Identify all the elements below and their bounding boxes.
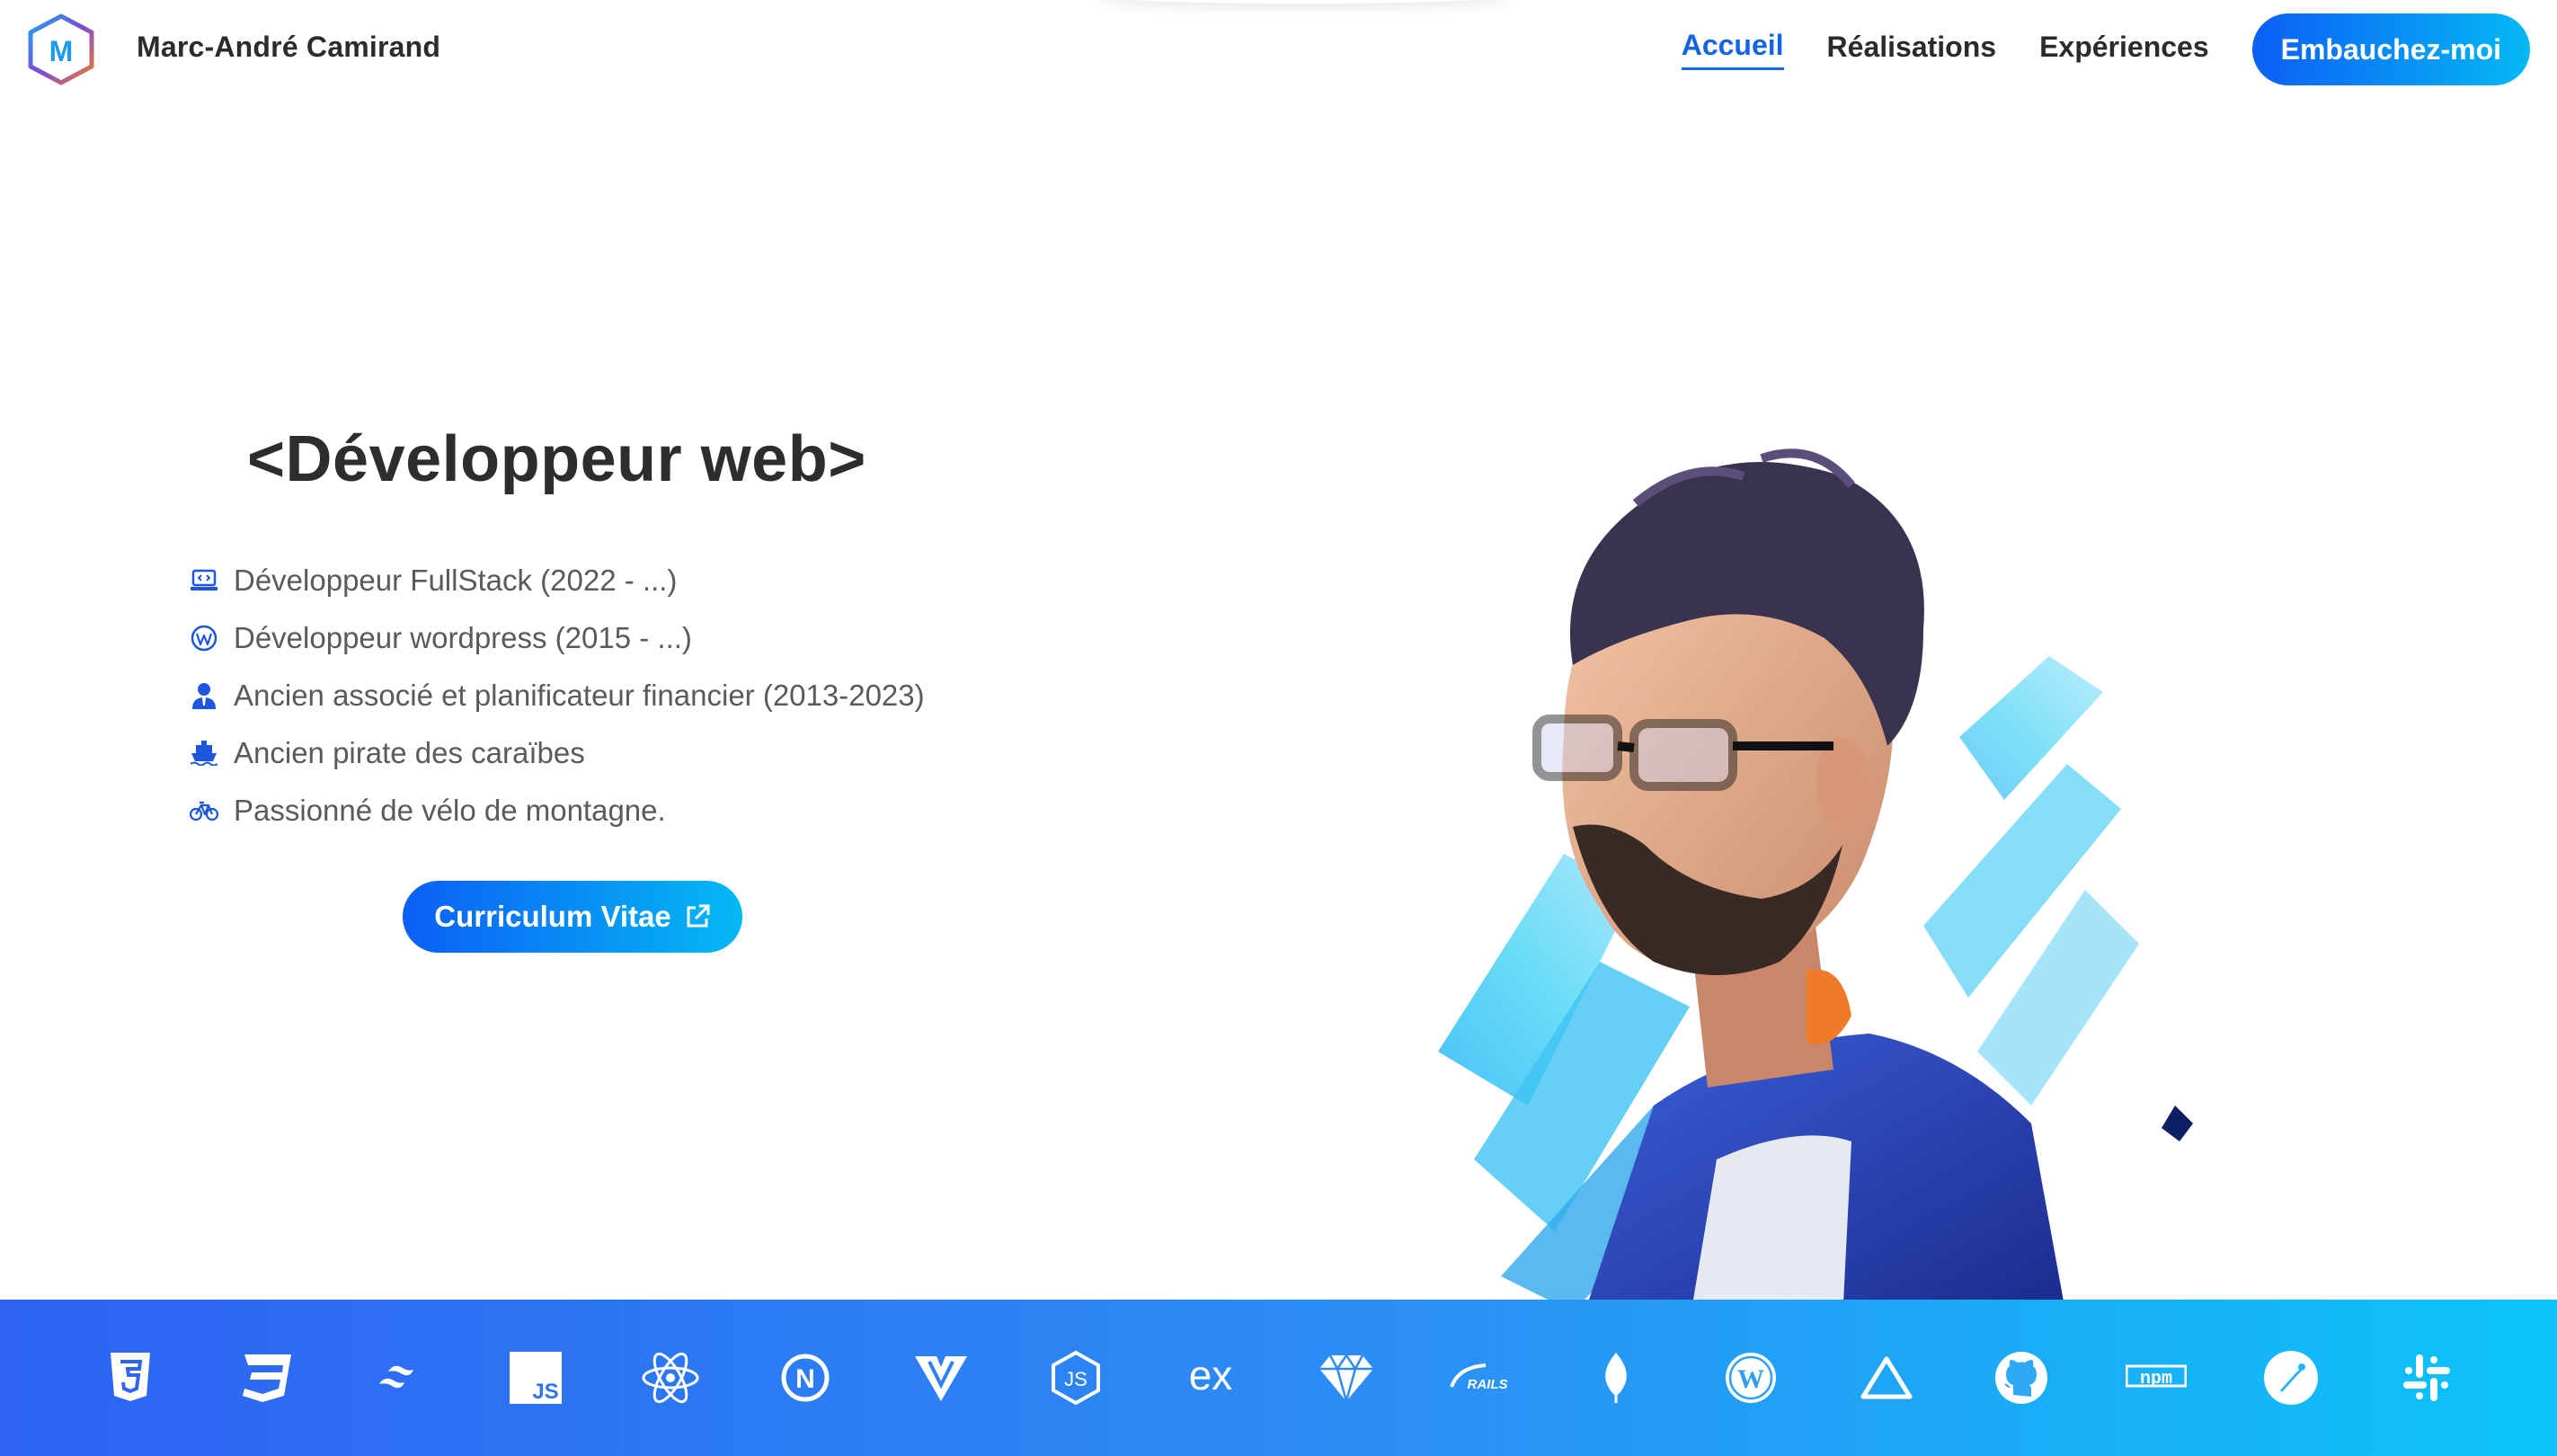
tailwind-icon <box>369 1346 432 1409</box>
bullet-text: Développeur wordpress (2015 - ...) <box>234 621 692 654</box>
css3-icon <box>234 1346 297 1409</box>
cv-button[interactable]: Curriculum Vitae <box>403 881 742 953</box>
user-tie-icon <box>189 680 219 711</box>
react-icon <box>639 1346 702 1409</box>
svg-text:N: N <box>796 1364 816 1394</box>
javascript-icon: JS <box>504 1346 567 1409</box>
svg-text:npm: npm <box>2140 1369 2172 1389</box>
rails-icon: RAILS <box>1449 1346 1513 1409</box>
express-icon: ex <box>1179 1346 1242 1409</box>
github-icon <box>1990 1346 2053 1409</box>
bullet-text: Développeur FullStack (2022 - ...) <box>234 564 678 597</box>
main-nav: Accueil Réalisations Expériences Embauch… <box>1681 13 2530 86</box>
developer-portrait-illustration <box>1420 422 2229 1321</box>
vercel-icon <box>1855 1346 1918 1409</box>
list-item: Développeur FullStack (2022 - ...) <box>189 552 925 609</box>
mongodb-icon <box>1585 1346 1647 1409</box>
hire-button[interactable]: Embauchez-moi <box>2251 13 2530 85</box>
hero-title: <Développeur web> <box>247 423 866 495</box>
svg-text:ex: ex <box>1189 1355 1233 1398</box>
tech-stack-bar: JS N JS ex RAILS W npm <box>0 1300 2557 1456</box>
ruby-icon <box>1315 1346 1378 1409</box>
nodejs-icon: JS <box>1044 1346 1107 1409</box>
svg-text:RAILS: RAILS <box>1467 1377 1507 1392</box>
list-item: Ancien pirate des caraïbes <box>189 724 925 782</box>
nextjs-icon: N <box>774 1346 837 1409</box>
postman-icon <box>2260 1346 2322 1409</box>
ship-icon <box>189 738 219 768</box>
nav-link-realisations[interactable]: Réalisations <box>1827 31 1997 69</box>
bullet-list: Développeur FullStack (2022 - ...) Dével… <box>189 552 925 839</box>
svg-text:JS: JS <box>532 1380 558 1404</box>
wordpress-icon: W <box>1719 1346 1782 1409</box>
html5-icon <box>99 1346 162 1409</box>
external-link-icon <box>687 904 710 928</box>
svg-text:M: M <box>49 35 74 67</box>
site-name[interactable]: Marc-André Camirand <box>137 31 440 64</box>
svg-text:W: W <box>1737 1364 1764 1394</box>
wordpress-icon <box>189 623 219 653</box>
bullet-text: Passionné de vélo de montagne. <box>234 794 666 827</box>
npm-icon: npm <box>2125 1346 2188 1409</box>
bicycle-icon <box>189 795 219 826</box>
nav-link-experiences[interactable]: Expériences <box>2039 31 2209 69</box>
bullet-text: Ancien associé et planificateur financie… <box>234 679 925 712</box>
vuetify-icon <box>910 1346 972 1409</box>
bullet-text: Ancien pirate des caraïbes <box>234 736 585 769</box>
svg-text:JS: JS <box>1064 1368 1088 1390</box>
list-item: Ancien associé et planificateur financie… <box>189 667 925 724</box>
code-laptop-icon <box>189 565 219 596</box>
list-item: Passionné de vélo de montagne. <box>189 782 925 839</box>
nav-link-accueil[interactable]: Accueil <box>1681 29 1784 70</box>
cv-button-label: Curriculum Vitae <box>434 900 671 933</box>
header: M Marc-André Camirand Accueil Réalisatio… <box>0 0 2557 99</box>
top-shadow <box>1096 0 1510 4</box>
page: M Marc-André Camirand Accueil Réalisatio… <box>0 0 2557 1456</box>
list-item: Développeur wordpress (2015 - ...) <box>189 609 925 667</box>
logo-icon[interactable]: M <box>25 13 97 86</box>
slack-icon <box>2395 1346 2458 1409</box>
